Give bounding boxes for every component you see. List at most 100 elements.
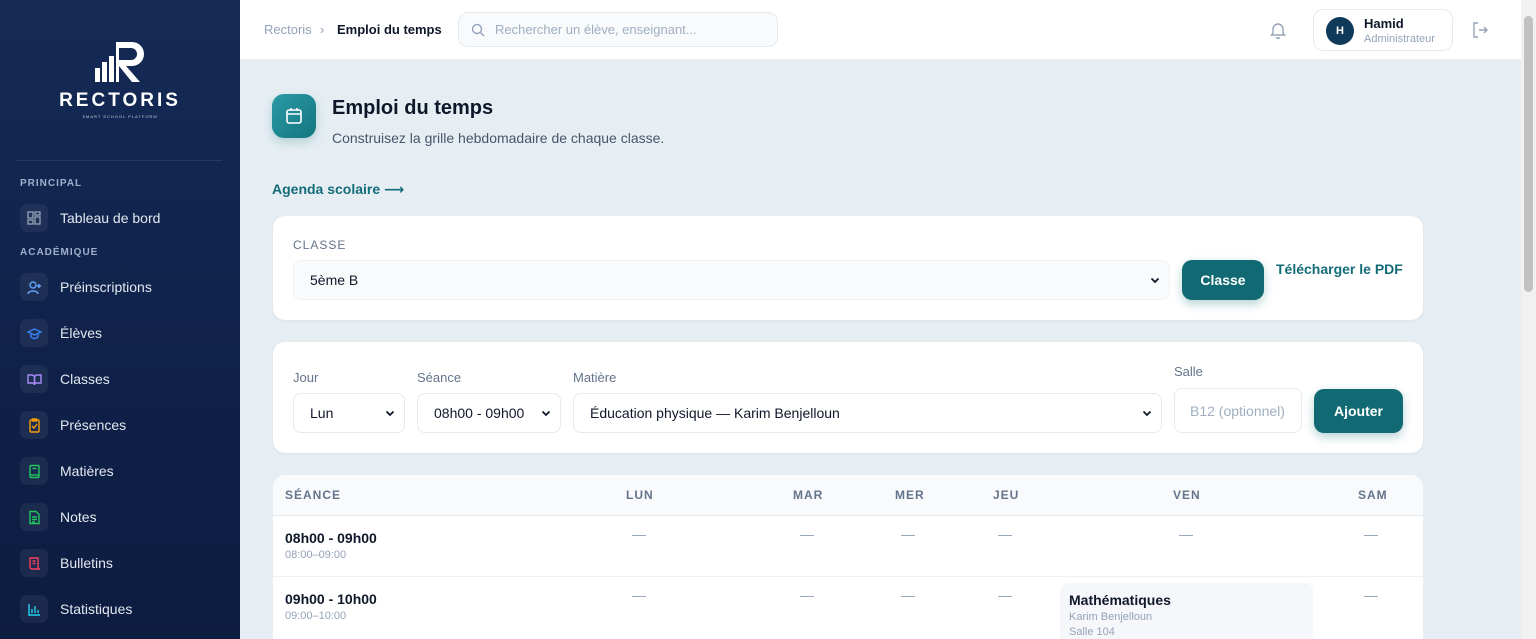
column-header-seance: SÉANCE	[285, 488, 342, 502]
sidebar-item-label: Présences	[60, 417, 127, 433]
breadcrumb-current: Emploi du temps	[337, 22, 442, 37]
lesson-cell-ven[interactable]: Mathématiques Karim Benjelloun Salle 104	[1060, 583, 1313, 639]
graduation-cap-icon	[20, 319, 48, 347]
table-header: SÉANCE LUN MAR MER JEU VEN SAM	[273, 475, 1423, 516]
brand-logo[interactable]: RECTORIS SMART SCHOOL PLATFORM	[0, 38, 240, 119]
dashboard-icon	[20, 204, 48, 232]
scroll-icon	[20, 549, 48, 577]
page-title: Emploi du temps	[332, 97, 494, 119]
slot-label: 08h00 - 09h00	[285, 530, 377, 546]
add-button[interactable]: Ajouter	[1314, 389, 1403, 433]
brand-tagline: SMART SCHOOL PLATFORM	[82, 114, 158, 119]
sidebar-item-classes[interactable]: Classes	[20, 364, 220, 394]
sidebar-item-notes[interactable]: Notes	[20, 502, 220, 532]
class-button[interactable]: Classe	[1182, 260, 1264, 300]
sidebar-item-label: Bulletins	[60, 555, 113, 571]
column-header-mar: MAR	[793, 488, 824, 502]
brand-name: RECTORIS	[59, 90, 181, 111]
empty-cell-ven[interactable]: —	[1179, 526, 1193, 542]
bar-chart-icon	[20, 595, 48, 623]
sidebar-item-label: Tableau de bord	[60, 210, 161, 226]
sidebar-item-bulletins[interactable]: Bulletins	[20, 548, 220, 578]
empty-cell-mar[interactable]: —	[800, 587, 814, 603]
row-divider	[273, 576, 1423, 577]
room-label: Salle	[1174, 364, 1203, 379]
empty-cell-lun[interactable]: —	[632, 526, 646, 542]
sidebar-item-preinscriptions[interactable]: Préinscriptions	[20, 272, 220, 302]
slot-select[interactable]: 08h00 - 09h00	[417, 393, 561, 433]
agenda-scolaire-link[interactable]: Agenda scolaire ⟶	[272, 181, 404, 198]
empty-cell-lun[interactable]: —	[632, 587, 646, 603]
day-label: Jour	[293, 370, 319, 385]
sidebar-item-label: Élèves	[60, 325, 103, 341]
page-scrollbar[interactable]	[1521, 0, 1536, 639]
empty-cell-mer[interactable]: —	[901, 526, 915, 542]
topbar: Rectoris › Emploi du temps H Hamid Admin…	[240, 0, 1521, 60]
sidebar-item-label: Matières	[60, 463, 114, 479]
sidebar-item-label: Classes	[60, 371, 110, 387]
user-menu[interactable]: H Hamid Administrateur	[1313, 9, 1453, 51]
sidebar-item-matieres[interactable]: Matières	[20, 456, 220, 486]
chevron-down-icon	[1150, 277, 1160, 284]
day-select[interactable]: Lun	[293, 393, 405, 433]
empty-cell-sam[interactable]: —	[1364, 526, 1378, 542]
empty-cell-sam[interactable]: —	[1364, 587, 1378, 603]
slot-label: Séance	[417, 370, 462, 385]
empty-cell-mer[interactable]: —	[901, 587, 915, 603]
subject-select[interactable]: Éducation physique — Karim Benjelloun	[573, 393, 1162, 433]
empty-cell-mar[interactable]: —	[800, 526, 814, 542]
column-header-mer: MER	[895, 488, 925, 502]
rectoris-logo-icon	[95, 42, 144, 82]
scrollbar-thumb[interactable]	[1524, 16, 1533, 292]
section-label-academique: ACADÉMIQUE	[20, 247, 99, 258]
column-header-ven: VEN	[1173, 488, 1201, 502]
sidebar-item-label: Statistiques	[60, 601, 133, 617]
lesson-room: Salle 104	[1069, 626, 1115, 638]
book-icon	[20, 457, 48, 485]
sidebar: RECTORIS SMART SCHOOL PLATFORM PRINCIPAL…	[0, 0, 240, 639]
breadcrumb-separator: ›	[320, 22, 325, 37]
column-header-sam: SAM	[1358, 488, 1388, 502]
bell-icon[interactable]	[1268, 20, 1288, 40]
class-select[interactable]: 5ème B	[293, 260, 1170, 300]
sidebar-divider	[16, 160, 222, 161]
slot-select-value: 08h00 - 09h00	[434, 405, 525, 421]
sidebar-item-presences[interactable]: Présences	[20, 410, 220, 440]
empty-cell-jeu[interactable]: —	[998, 587, 1012, 603]
user-role: Administrateur	[1364, 33, 1435, 45]
room-input[interactable]	[1174, 388, 1302, 433]
search-icon	[471, 23, 485, 36]
subject-select-value: Éducation physique — Karim Benjelloun	[590, 405, 840, 421]
download-pdf-link[interactable]: Télécharger le PDF	[1276, 261, 1403, 277]
sidebar-item-label: Notes	[60, 509, 97, 525]
user-plus-icon	[20, 273, 48, 301]
slot-label: 09h00 - 10h00	[285, 591, 377, 607]
page-subtitle: Construisez la grille hebdomadaire de ch…	[332, 130, 665, 146]
search-box[interactable]	[458, 12, 778, 47]
day-select-value: Lun	[310, 405, 334, 421]
section-label-principal: PRINCIPAL	[20, 178, 83, 189]
subject-label: Matière	[573, 370, 617, 385]
search-input[interactable]	[495, 22, 765, 37]
chevron-down-icon	[385, 410, 395, 417]
class-select-value: 5ème B	[310, 272, 359, 288]
timetable: SÉANCE LUN MAR MER JEU VEN SAM 08h00 - 0…	[273, 475, 1423, 639]
class-label: CLASSE	[293, 238, 347, 252]
sidebar-item-statistiques[interactable]: Statistiques	[20, 594, 220, 624]
lesson-subject: Mathématiques	[1069, 592, 1171, 608]
user-name: Hamid	[1364, 16, 1404, 31]
chevron-down-icon	[1142, 410, 1152, 417]
slot-time: 08:00–09:00	[285, 549, 347, 561]
avatar: H	[1326, 17, 1354, 45]
sidebar-item-tableau-de-bord[interactable]: Tableau de bord	[20, 203, 220, 233]
calendar-icon	[272, 94, 316, 138]
sidebar-item-eleves[interactable]: Élèves	[20, 318, 220, 348]
file-text-icon	[20, 503, 48, 531]
slot-time: 09:00–10:00	[285, 610, 347, 622]
breadcrumb-root[interactable]: Rectoris	[264, 22, 312, 37]
lesson-teacher: Karim Benjelloun	[1069, 611, 1153, 623]
book-open-icon	[20, 365, 48, 393]
sidebar-item-label: Préinscriptions	[60, 279, 152, 295]
empty-cell-jeu[interactable]: —	[998, 526, 1012, 542]
logout-icon[interactable]	[1470, 20, 1490, 40]
